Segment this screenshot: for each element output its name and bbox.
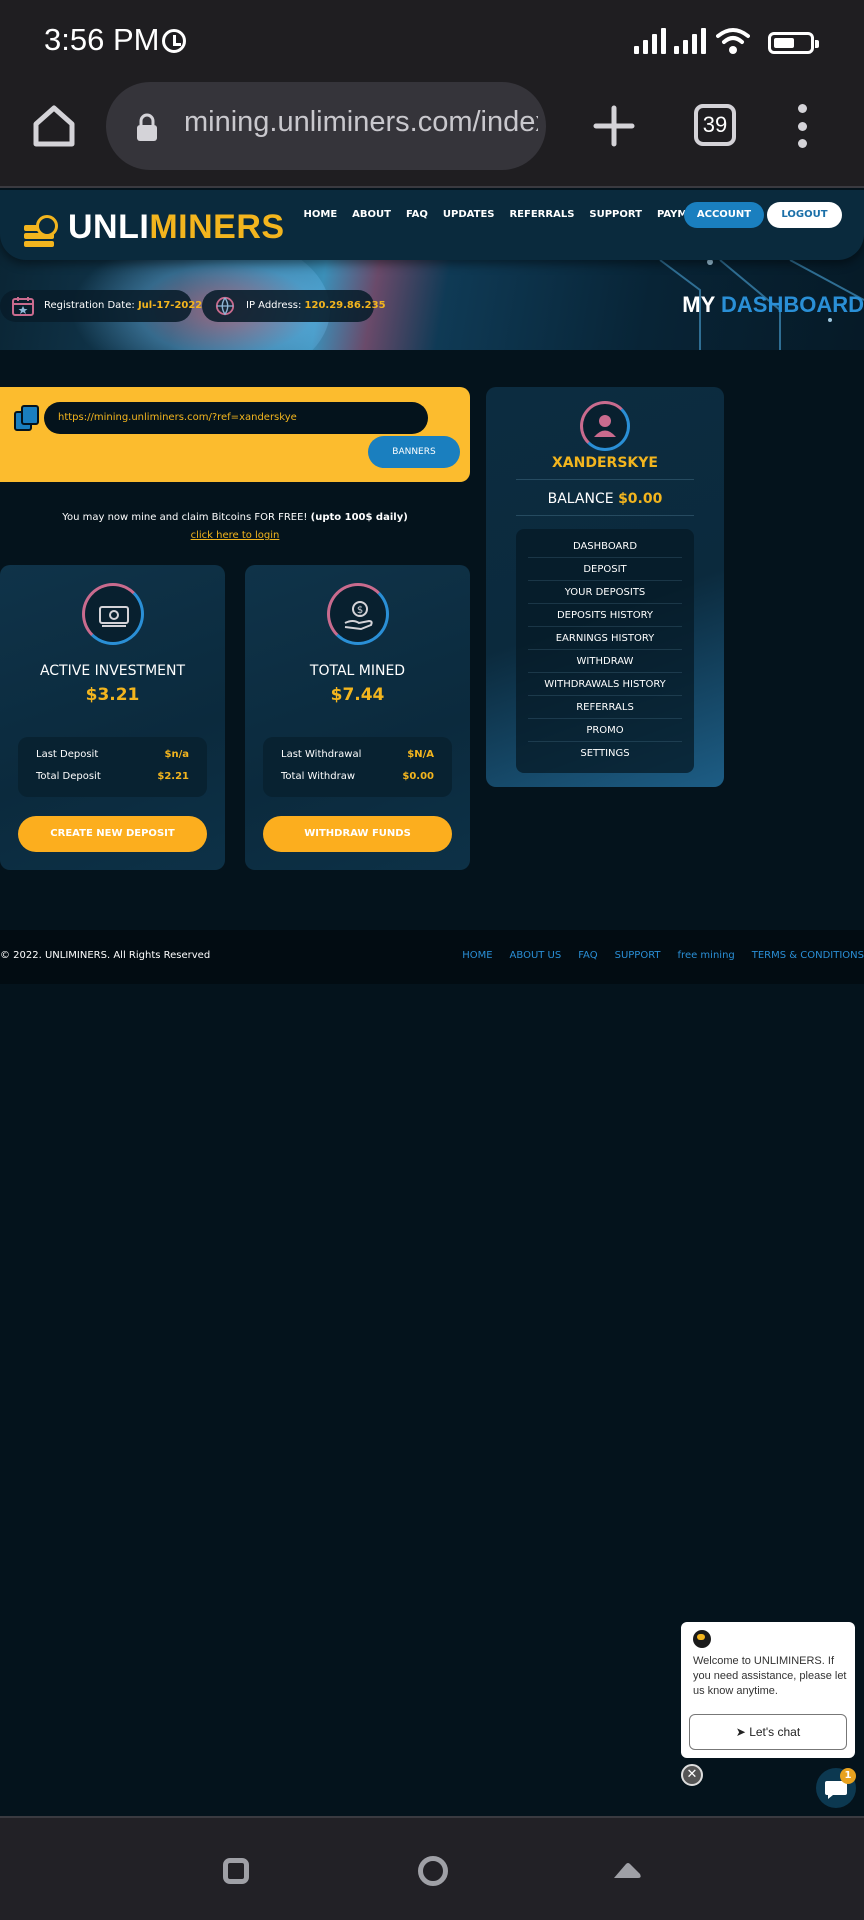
free-mining-notice: You may now mine and claim Bitcoins FOR … xyxy=(62,512,408,523)
sidebar-item-dashboard[interactable]: DASHBOARD xyxy=(516,541,694,552)
sidebar-item-referrals[interactable]: REFERRALS xyxy=(516,702,694,713)
recent-apps-icon[interactable] xyxy=(223,1858,249,1884)
home-nav-icon[interactable] xyxy=(418,1856,448,1886)
footer-free-mining-link[interactable]: free mining xyxy=(678,950,735,961)
status-time: 3:56 PM xyxy=(44,22,160,57)
account-button[interactable]: ACCOUNT xyxy=(684,202,764,228)
sidebar-item-your-deposits[interactable]: YOUR DEPOSITS xyxy=(516,587,694,598)
new-tab-icon[interactable] xyxy=(590,102,638,150)
divider xyxy=(516,515,694,516)
alarm-icon xyxy=(162,29,186,53)
signal-icon xyxy=(634,28,666,54)
total-withdraw-row: Total Withdraw $0.00 xyxy=(281,771,434,782)
footer-home-link[interactable]: HOME xyxy=(462,950,492,961)
wifi-icon xyxy=(716,28,750,54)
more-menu-icon[interactable] xyxy=(796,104,808,148)
copy-icon[interactable] xyxy=(14,405,40,431)
globe-icon xyxy=(215,296,235,316)
browser-toolbar: mining.unliminers.com/index.php?a=accoun… xyxy=(0,82,864,188)
lock-icon xyxy=(137,113,157,141)
calendar-icon xyxy=(12,297,34,316)
logo-text-unli: UNLI xyxy=(68,208,150,246)
card-value: $7.44 xyxy=(330,685,385,705)
chat-close-icon[interactable]: ✕ xyxy=(681,1764,703,1786)
nav-links: HOME ABOUT FAQ UPDATES REFERRALS SUPPORT… xyxy=(296,209,724,221)
sidebar-item-promo[interactable]: PROMO xyxy=(516,725,694,736)
signal-icon-2 xyxy=(674,28,706,54)
card-value: $3.21 xyxy=(85,685,140,705)
chat-popup: Welcome to UNLIMINERS. If you need assis… xyxy=(681,1622,855,1758)
ip-label: IP Address: xyxy=(246,300,302,311)
chat-agent-avatar xyxy=(693,1630,711,1648)
divider xyxy=(516,479,694,480)
user-avatar-icon xyxy=(580,401,630,451)
logo-text-miners: MINERS xyxy=(149,208,285,246)
ip-address-pill: IP Address: 120.29.86.235 xyxy=(202,290,386,322)
send-icon: ➤ xyxy=(735,1725,750,1739)
last-withdrawal-row: Last Withdrawal $N/A xyxy=(281,749,434,760)
svg-text:$: $ xyxy=(357,605,363,616)
username: XANDERSKYE xyxy=(552,455,658,471)
hero-banner: UNLIMINERS HOME ABOUT FAQ UPDATES REFERR… xyxy=(0,190,864,350)
money-hand-icon: $ xyxy=(327,583,389,645)
active-investment-card: ACTIVE INVESTMENT $3.21 Last Deposit $n/… xyxy=(0,565,225,870)
lets-chat-button[interactable]: ➤ Let's chat xyxy=(689,1714,847,1750)
nav-updates[interactable]: UPDATES xyxy=(435,209,502,221)
card-stats: Last Deposit $n/a Total Deposit $2.21 xyxy=(18,737,207,797)
create-deposit-button[interactable]: CREATE NEW DEPOSIT xyxy=(18,816,207,852)
nav-referrals[interactable]: REFERRALS xyxy=(502,209,582,221)
home-icon[interactable] xyxy=(30,102,78,150)
referral-link-box: https://mining.unliminers.com/?ref=xande… xyxy=(0,387,470,482)
nav-home[interactable]: HOME xyxy=(296,209,345,221)
card-stats: Last Withdrawal $N/A Total Withdraw $0.0… xyxy=(263,737,452,797)
nav-faq[interactable]: FAQ xyxy=(398,209,435,221)
banners-button[interactable]: BANNERS xyxy=(368,436,460,468)
registration-date-pill: Registration Date: Jul-17-2022 xyxy=(0,290,202,322)
last-deposit-row: Last Deposit $n/a xyxy=(36,749,189,760)
nav-about[interactable]: ABOUT xyxy=(345,209,399,221)
coins-icon xyxy=(24,211,62,247)
total-mined-card: $ TOTAL MINED $7.44 Last Withdrawal $N/A… xyxy=(245,565,470,870)
back-icon[interactable] xyxy=(610,1860,644,1882)
registration-label: Registration Date: xyxy=(44,300,135,311)
nav-support[interactable]: SUPPORT xyxy=(582,209,650,221)
card-title: ACTIVE INVESTMENT xyxy=(39,663,186,679)
sidebar-item-deposits-history[interactable]: DEPOSITS HISTORY xyxy=(516,610,694,621)
account-sidebar: XANDERSKYE BALANCE $0.00 DASHBOARD DEPOS… xyxy=(486,387,724,787)
site-footer: © 2022. UNLIMINERS. All Rights Reserved … xyxy=(0,930,864,984)
address-bar[interactable]: mining.unliminers.com/index.php?a=accoun… xyxy=(106,82,546,170)
login-link[interactable]: click here to login xyxy=(0,530,470,541)
chat-notification-badge: 1 xyxy=(840,1768,856,1784)
system-navigation-bar xyxy=(0,1816,864,1920)
page-title: MY DASHBOARD xyxy=(682,292,864,317)
footer-terms-link[interactable]: TERMS & CONDITIONS xyxy=(752,950,864,961)
cash-icon xyxy=(82,583,144,645)
logout-button[interactable]: LOGOUT xyxy=(767,202,842,228)
ip-value: 120.29.86.235 xyxy=(304,300,386,311)
sidebar-menu: DASHBOARD DEPOSIT YOUR DEPOSITS DEPOSITS… xyxy=(516,529,694,773)
sidebar-item-withdrawals-history[interactable]: WITHDRAWALS HISTORY xyxy=(516,679,694,690)
url-text[interactable]: mining.unliminers.com/index.php?a=accoun… xyxy=(184,106,538,139)
total-deposit-row: Total Deposit $2.21 xyxy=(36,771,189,782)
battery-icon xyxy=(768,32,819,54)
footer-faq-link[interactable]: FAQ xyxy=(578,950,597,961)
footer-about-link[interactable]: ABOUT US xyxy=(510,950,562,961)
top-navigation: UNLIMINERS HOME ABOUT FAQ UPDATES REFERR… xyxy=(0,190,864,260)
footer-support-link[interactable]: SUPPORT xyxy=(615,950,661,961)
tab-switcher-button[interactable]: 39 xyxy=(694,104,736,146)
sidebar-item-deposit[interactable]: DEPOSIT xyxy=(516,564,694,575)
sidebar-item-earnings-history[interactable]: EARNINGS HISTORY xyxy=(516,633,694,644)
referral-link-input[interactable]: https://mining.unliminers.com/?ref=xande… xyxy=(44,402,428,434)
sidebar-item-settings[interactable]: SETTINGS xyxy=(516,748,694,759)
site-logo[interactable]: UNLIMINERS xyxy=(24,208,285,247)
copyright: © 2022. UNLIMINERS. All Rights Reserved xyxy=(0,950,211,961)
footer-links: HOME ABOUT US FAQ SUPPORT free mining TE… xyxy=(462,950,864,961)
status-bar: 3:56 PM xyxy=(0,0,864,82)
sidebar-item-withdraw[interactable]: WITHDRAW xyxy=(516,656,694,667)
balance-display: BALANCE $0.00 xyxy=(547,491,663,507)
withdraw-funds-button[interactable]: WITHDRAW FUNDS xyxy=(263,816,452,852)
registration-value: Jul-17-2022 xyxy=(137,300,203,311)
chat-welcome-message: Welcome to UNLIMINERS. If you need assis… xyxy=(693,1655,847,1697)
card-title: TOTAL MINED xyxy=(309,663,406,679)
